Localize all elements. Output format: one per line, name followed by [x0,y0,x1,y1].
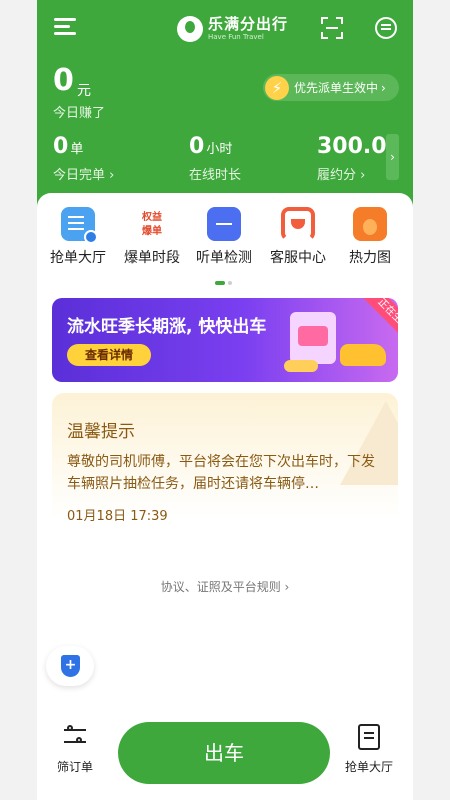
customer-service-icon [281,207,315,241]
calendar-illustration-icon [290,312,336,364]
logo-mark-icon [177,16,203,42]
priority-dispatch-badge[interactable]: ⚡ 优先派单生效中 › [263,74,399,101]
app-name: 乐满分出行 [208,15,289,33]
banner-details-button[interactable]: 查看详情 [67,344,151,366]
burst-period-icon: 权益 爆单 [142,212,162,237]
expand-stats-arrow-icon[interactable]: › [386,134,399,180]
message-icon[interactable] [375,17,397,39]
lightning-icon: ⚡ [265,75,289,100]
app-name-en: Have Fun Travel [208,33,264,41]
notice-body: 尊敬的司机师傅，平台将会在您下次出车时，下发车辆照片抽检任务，届时还请将车辆停… [67,454,375,492]
stat-label: 履约分 › [317,168,366,183]
driver-home-screen: 乐满分出行 Have Fun Travel 0 元 今日赚了 ⚡ 优先派单生效中… [37,0,413,800]
quick-action-customer-service[interactable]: 客服中心 [263,207,333,267]
quick-action-listen-check[interactable]: 听单检测 [189,207,259,267]
pager-dot-active [215,281,225,285]
today-earnings-amount: 0 [53,63,74,98]
app-logo: 乐满分出行 Have Fun Travel [177,12,288,46]
go-online-button[interactable]: 出车 [118,722,330,784]
filter-sliders-icon [64,724,86,750]
coins-illustration-icon [284,360,318,372]
stat-value: 300.0 [317,134,387,159]
priority-dispatch-label: 优先派单生效中 [294,81,379,95]
grab-order-hall-icon [61,207,98,244]
stat-performance-score[interactable]: 300.0 履约分 › [317,134,387,183]
stat-unit: 单 [70,142,84,157]
grab-order-hall-label: 抢单大厅 [344,760,393,774]
filter-orders-label: 筛订单 [56,760,93,774]
notice-title: 温馨提示 [67,422,135,442]
stat-online-hours: 0 小时 在线时长 [189,134,241,183]
stat-value: 0 [189,134,205,159]
quick-action-label: 爆单时段 [124,250,180,266]
quick-action-burst-period[interactable]: 权益 爆单 爆单时段 [117,207,187,267]
today-earnings-unit: 元 [77,83,91,99]
top-bar: 乐满分出行 Have Fun Travel [37,0,413,58]
shield-plus-icon: + [61,655,80,677]
quick-action-heat-map[interactable]: 热力图 [335,207,405,267]
heat-map-icon [353,207,387,241]
menu-icon[interactable] [54,18,76,36]
active-ribbon: 正在生效 [361,298,398,347]
notice-date: 01月18日 17:39 [67,509,168,524]
grab-order-hall-button[interactable]: 抢单大厅 [339,724,399,775]
banner-title: 流水旺季长期涨, 快快出车 [67,317,267,337]
stat-label: 今日完单 › [53,168,115,183]
notice-card[interactable]: 温馨提示 尊敬的司机师傅，平台将会在您下次出车时，下发车辆照片抽检任务，届时还请… [52,393,398,541]
quick-action-grab-hall[interactable]: 抢单大厅 [43,207,113,267]
listen-check-icon [207,207,241,241]
scan-icon[interactable] [321,17,343,39]
stat-label: 在线时长 [189,168,242,183]
order-list-icon [358,724,380,750]
bottom-bar: 筛订单 出车 抢单大厅 [37,708,413,800]
quick-action-label: 抢单大厅 [50,250,106,266]
quick-action-label: 听单检测 [196,250,252,266]
stat-completed-orders[interactable]: 0单 今日完单 › [53,134,114,183]
safety-fab[interactable]: + [46,646,94,686]
quick-action-label: 客服中心 [270,250,326,266]
quick-action-label: 热力图 [349,250,391,266]
stat-value: 0 [53,134,69,159]
today-earnings-label: 今日赚了 [53,106,106,121]
chevron-right-icon: › [381,80,386,95]
rules-link[interactable]: 协议、证照及平台规则 › [37,578,413,595]
quick-actions: 抢单大厅 权益 爆单 爆单时段 听单检测 客服中心 热力图 [37,207,413,267]
filter-orders-button[interactable]: 筛订单 [51,724,99,775]
stat-unit: 小时 [206,142,233,157]
promo-banner[interactable]: 流水旺季长期涨, 快快出车 查看详情 正在生效 [52,298,398,382]
car-illustration-icon [340,344,386,366]
pager-dot [228,281,232,285]
